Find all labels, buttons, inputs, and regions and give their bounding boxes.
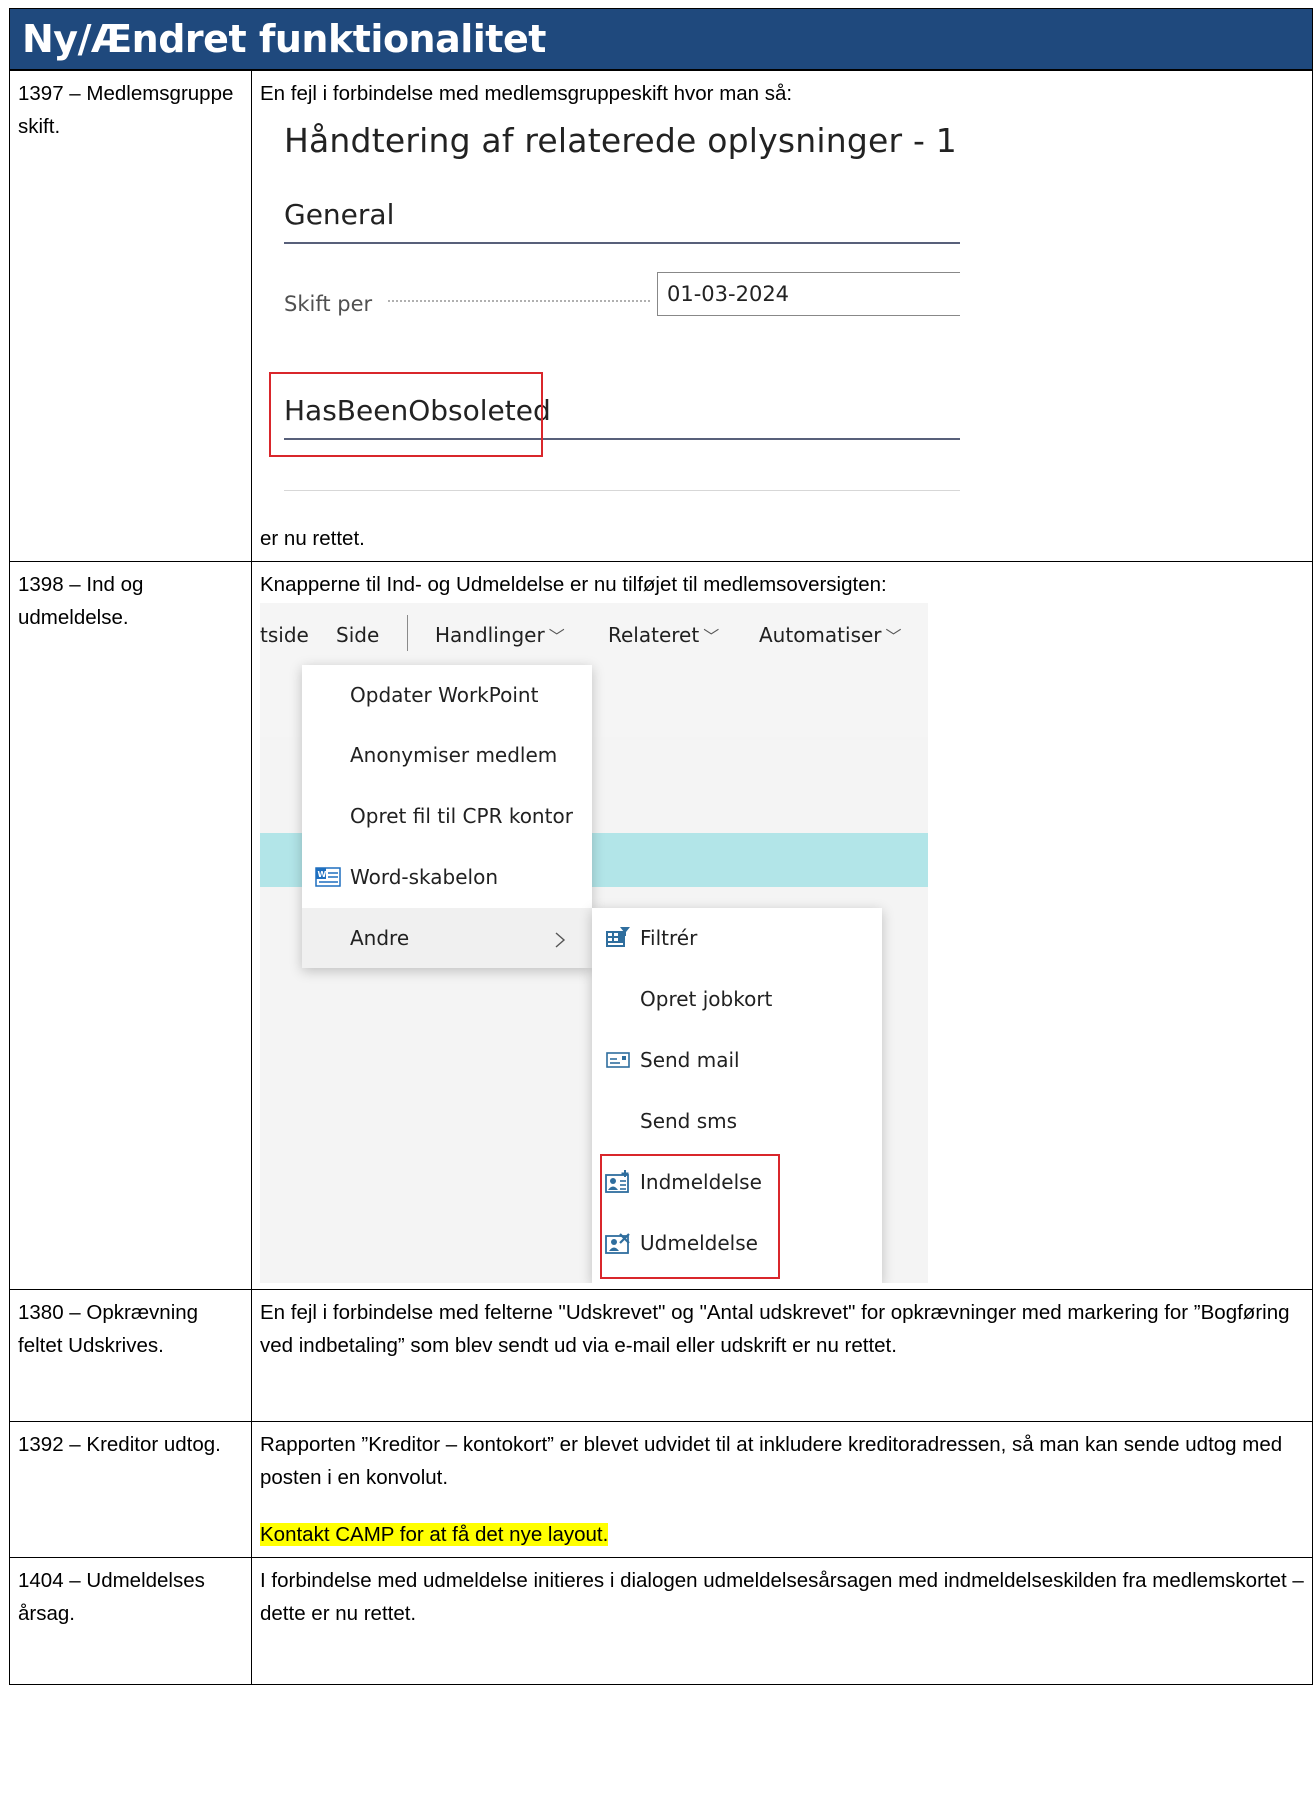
- nav-item[interactable]: tside: [260, 619, 309, 652]
- menu-item[interactable]: Send sms: [592, 1091, 882, 1151]
- case-description: Rapporten ”Kreditor – kontokort” er blev…: [251, 1421, 1313, 1558]
- case-description: En fejl i forbindelse med felterne "Udsk…: [251, 1289, 1313, 1422]
- menu-item-other[interactable]: Andre: [302, 908, 592, 968]
- menu-item[interactable]: Opret jobkort: [592, 969, 882, 1029]
- table-row: 1380 – Opkrævning feltet Udskrives. En f…: [9, 1289, 1313, 1422]
- case-intro: En fejl i forbindelse med medlemsgruppes…: [260, 82, 793, 105]
- chevron-down-icon: ﹀: [885, 627, 902, 646]
- menu-item-label: Opret jobkort: [640, 987, 773, 1011]
- table-row: 1404 – Udmeldelses årsag. I forbindelse …: [9, 1557, 1313, 1685]
- section-divider-light: [284, 490, 960, 491]
- menu-item-word-template[interactable]: W Word-skabelon: [302, 847, 592, 907]
- nav-label: Relateret: [608, 623, 700, 647]
- case-outro: er nu rettet.: [260, 527, 365, 550]
- callout-box: [600, 1154, 780, 1279]
- date-field[interactable]: 01-03-2024: [657, 272, 960, 316]
- nav-automatiser[interactable]: Automatiser ﹀: [759, 619, 902, 653]
- case-id: 1392 – Kreditor udtog.: [9, 1421, 252, 1558]
- menu-item-label: Andre: [350, 926, 410, 950]
- title-bar: Ny/Ændret funktionalitet: [9, 8, 1313, 70]
- screenshot-actions-menu: tside Side Handlinger ﹀ Relateret ﹀ Automa…: [260, 603, 928, 1283]
- nav-relateret[interactable]: Relateret ﹀: [608, 619, 719, 653]
- chevron-right-icon: [554, 908, 566, 968]
- menu-item-label: Filtrér: [640, 926, 698, 950]
- field-leader-dots: [388, 300, 650, 302]
- dialog-title: Håndtering af relaterede oplysninger - 1: [284, 121, 957, 160]
- menu-item-label: Opret fil til CPR kontor: [350, 804, 573, 828]
- nav-label: Automatiser: [759, 623, 882, 647]
- changes-table: 1397 – Medlemsgruppe skift. En fejl i fo…: [9, 70, 1313, 1685]
- word-template-icon: W: [315, 847, 341, 907]
- section-general: General: [284, 198, 395, 231]
- case-intro: Knapperne til Ind- og Udmeldelse er nu t…: [260, 573, 887, 596]
- callout-box: [269, 372, 543, 457]
- field-label: Skift per: [284, 292, 373, 316]
- menu-item-label: Anonymiser medlem: [350, 743, 558, 767]
- screenshot-member-group-change: Håndtering af relaterede oplysninger - 1…: [260, 112, 960, 522]
- case-id: 1404 – Udmeldelses årsag.: [9, 1557, 252, 1685]
- nav-separator: [407, 615, 408, 651]
- mail-icon: [605, 1030, 631, 1090]
- table-row: 1392 – Kreditor udtog. Rapporten ”Kredit…: [9, 1421, 1313, 1558]
- chevron-down-icon: ﹀: [548, 627, 565, 646]
- page-title: Ny/Ændret funktionalitet: [22, 17, 546, 61]
- menu-item-send-mail[interactable]: Send mail: [592, 1030, 882, 1090]
- table-row: 1398 – Ind og udmeldelse. Knapperne til …: [9, 561, 1313, 1290]
- actions-menu: Opdater WorkPoint Anonymiser medlem Opre…: [302, 665, 592, 968]
- menu-item-label: Opdater WorkPoint: [350, 683, 539, 707]
- table-row: 1397 – Medlemsgruppe skift. En fejl i fo…: [9, 70, 1313, 562]
- case-id: 1380 – Opkrævning feltet Udskrives.: [9, 1289, 252, 1422]
- case-description: I forbindelse med udmeldelse initieres i…: [251, 1557, 1313, 1685]
- nav-label: Handlinger: [435, 623, 545, 647]
- case-description: Knapperne til Ind- og Udmeldelse er nu t…: [251, 561, 1313, 1290]
- case-description: En fejl i forbindelse med medlemsgruppes…: [251, 70, 1313, 562]
- menu-item[interactable]: Anonymiser medlem: [302, 725, 592, 785]
- highlighted-note: Kontakt CAMP for at få det nye layout.: [260, 1523, 609, 1546]
- case-id: 1398 – Ind og udmeldelse.: [9, 561, 252, 1290]
- case-id: 1397 – Medlemsgruppe skift.: [9, 70, 252, 562]
- menu-item[interactable]: Opdater WorkPoint: [302, 665, 592, 725]
- filter-icon: [605, 908, 631, 968]
- chevron-down-icon: ﹀: [703, 627, 720, 646]
- nav-item[interactable]: Side: [336, 619, 379, 652]
- case-note: Kontakt CAMP for at få det nye layout.: [260, 1518, 1304, 1551]
- section-divider: [284, 242, 960, 244]
- menu-item-label: Send sms: [640, 1109, 738, 1133]
- menu-item[interactable]: Opret fil til CPR kontor: [302, 786, 592, 846]
- menu-item-filter[interactable]: Filtrér: [592, 908, 882, 968]
- menu-item-label: Send mail: [640, 1048, 740, 1072]
- svg-text:W: W: [318, 870, 327, 879]
- menu-item-label: Word-skabelon: [350, 865, 498, 889]
- case-text: Rapporten ”Kreditor – kontokort” er blev…: [260, 1433, 1283, 1489]
- nav-handlinger[interactable]: Handlinger ﹀: [435, 619, 565, 653]
